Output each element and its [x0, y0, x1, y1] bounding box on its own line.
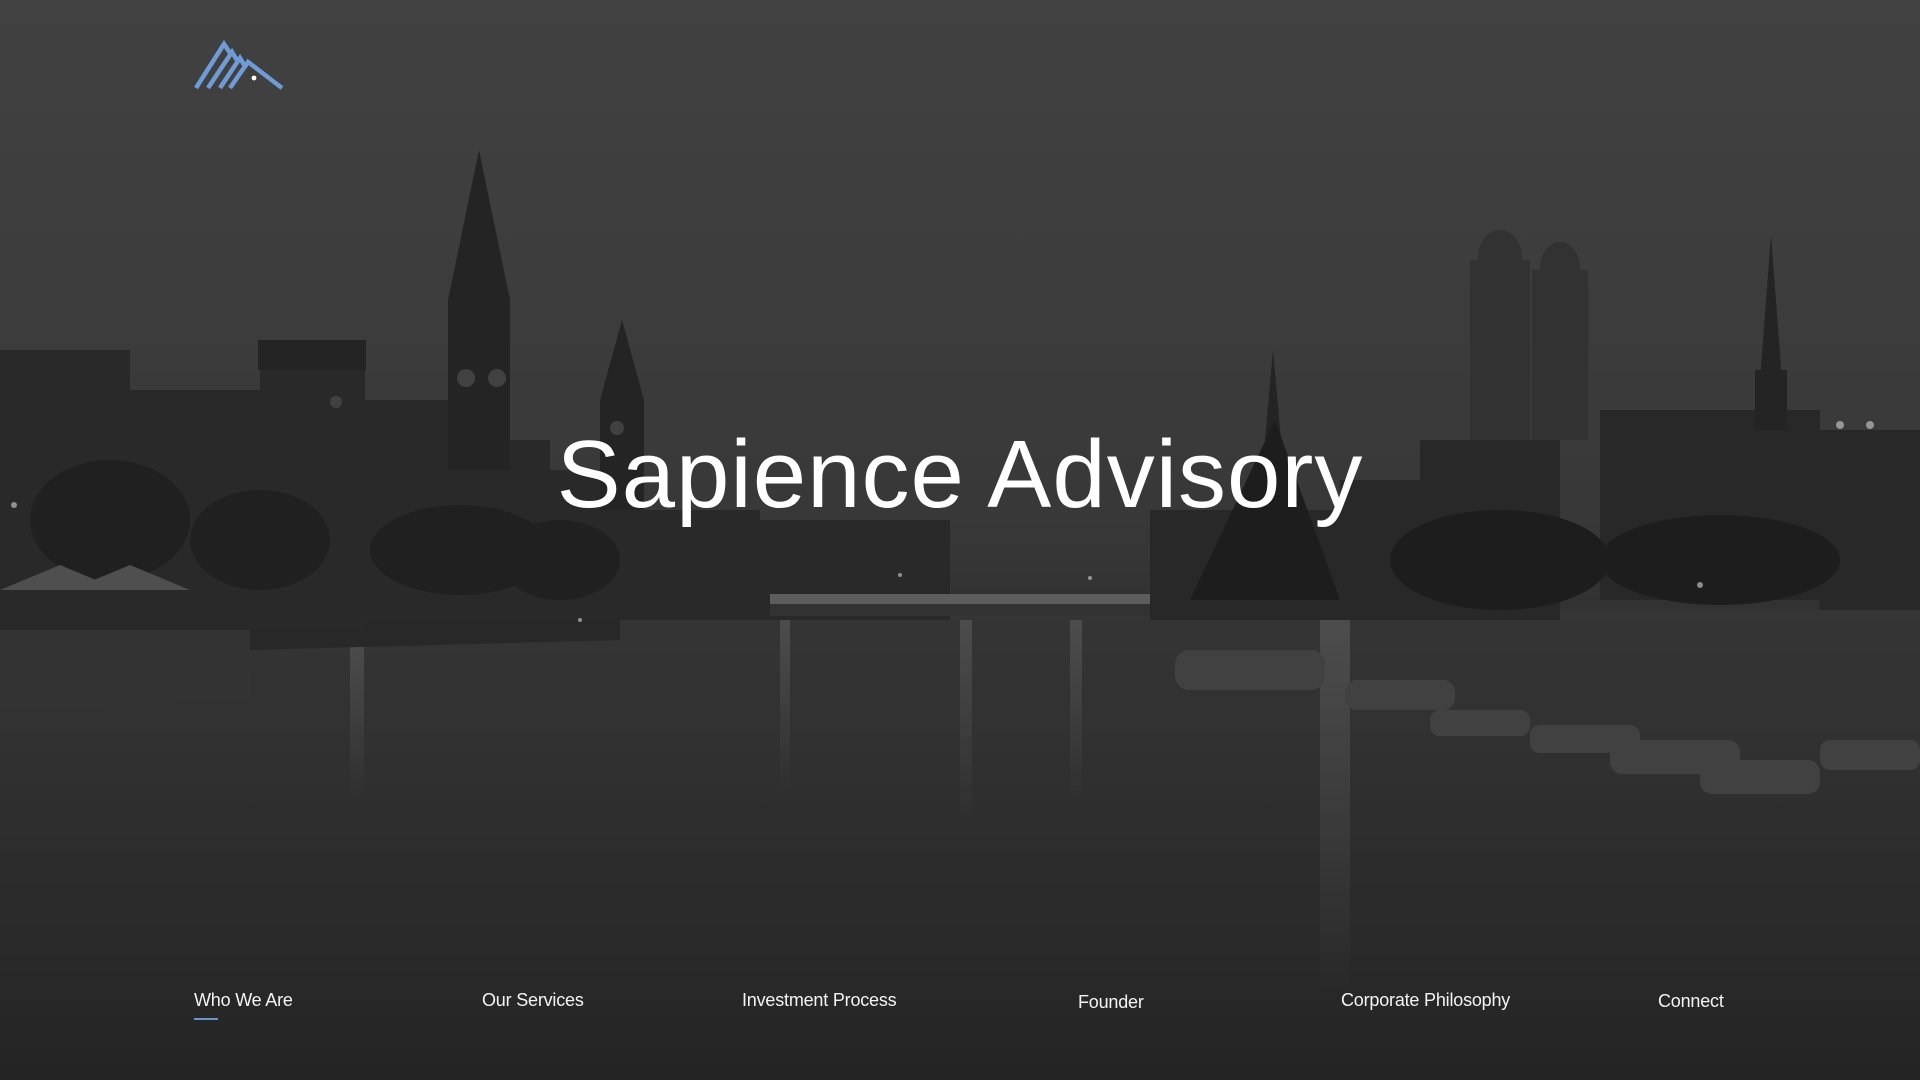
hero-section: Sapience Advisory Who We Are Our Service… [0, 0, 1920, 1080]
hero-title: Sapience Advisory [556, 421, 1364, 528]
nav-label: Who We Are [194, 990, 293, 1010]
nav-our-services[interactable]: Our Services [482, 990, 584, 1011]
nav-founder[interactable]: Founder [1078, 992, 1144, 1013]
mountain-logo-icon[interactable] [192, 36, 286, 92]
nav-investment-process[interactable]: Investment Process [742, 990, 897, 1011]
nav-label: Our Services [482, 990, 584, 1010]
nav-who-we-are[interactable]: Who We Are [194, 990, 293, 1020]
active-indicator [194, 1018, 218, 1020]
nav-label: Connect [1658, 991, 1724, 1011]
main-navigation: Who We Are Our Services Investment Proce… [0, 990, 1920, 1030]
nav-label: Investment Process [742, 990, 897, 1010]
nav-corporate-philosophy[interactable]: Corporate Philosophy [1341, 990, 1510, 1011]
background-photo [0, 0, 1920, 1080]
nav-connect[interactable]: Connect [1658, 991, 1724, 1012]
nav-label: Corporate Philosophy [1341, 990, 1511, 1010]
nav-label: Founder [1078, 992, 1144, 1012]
